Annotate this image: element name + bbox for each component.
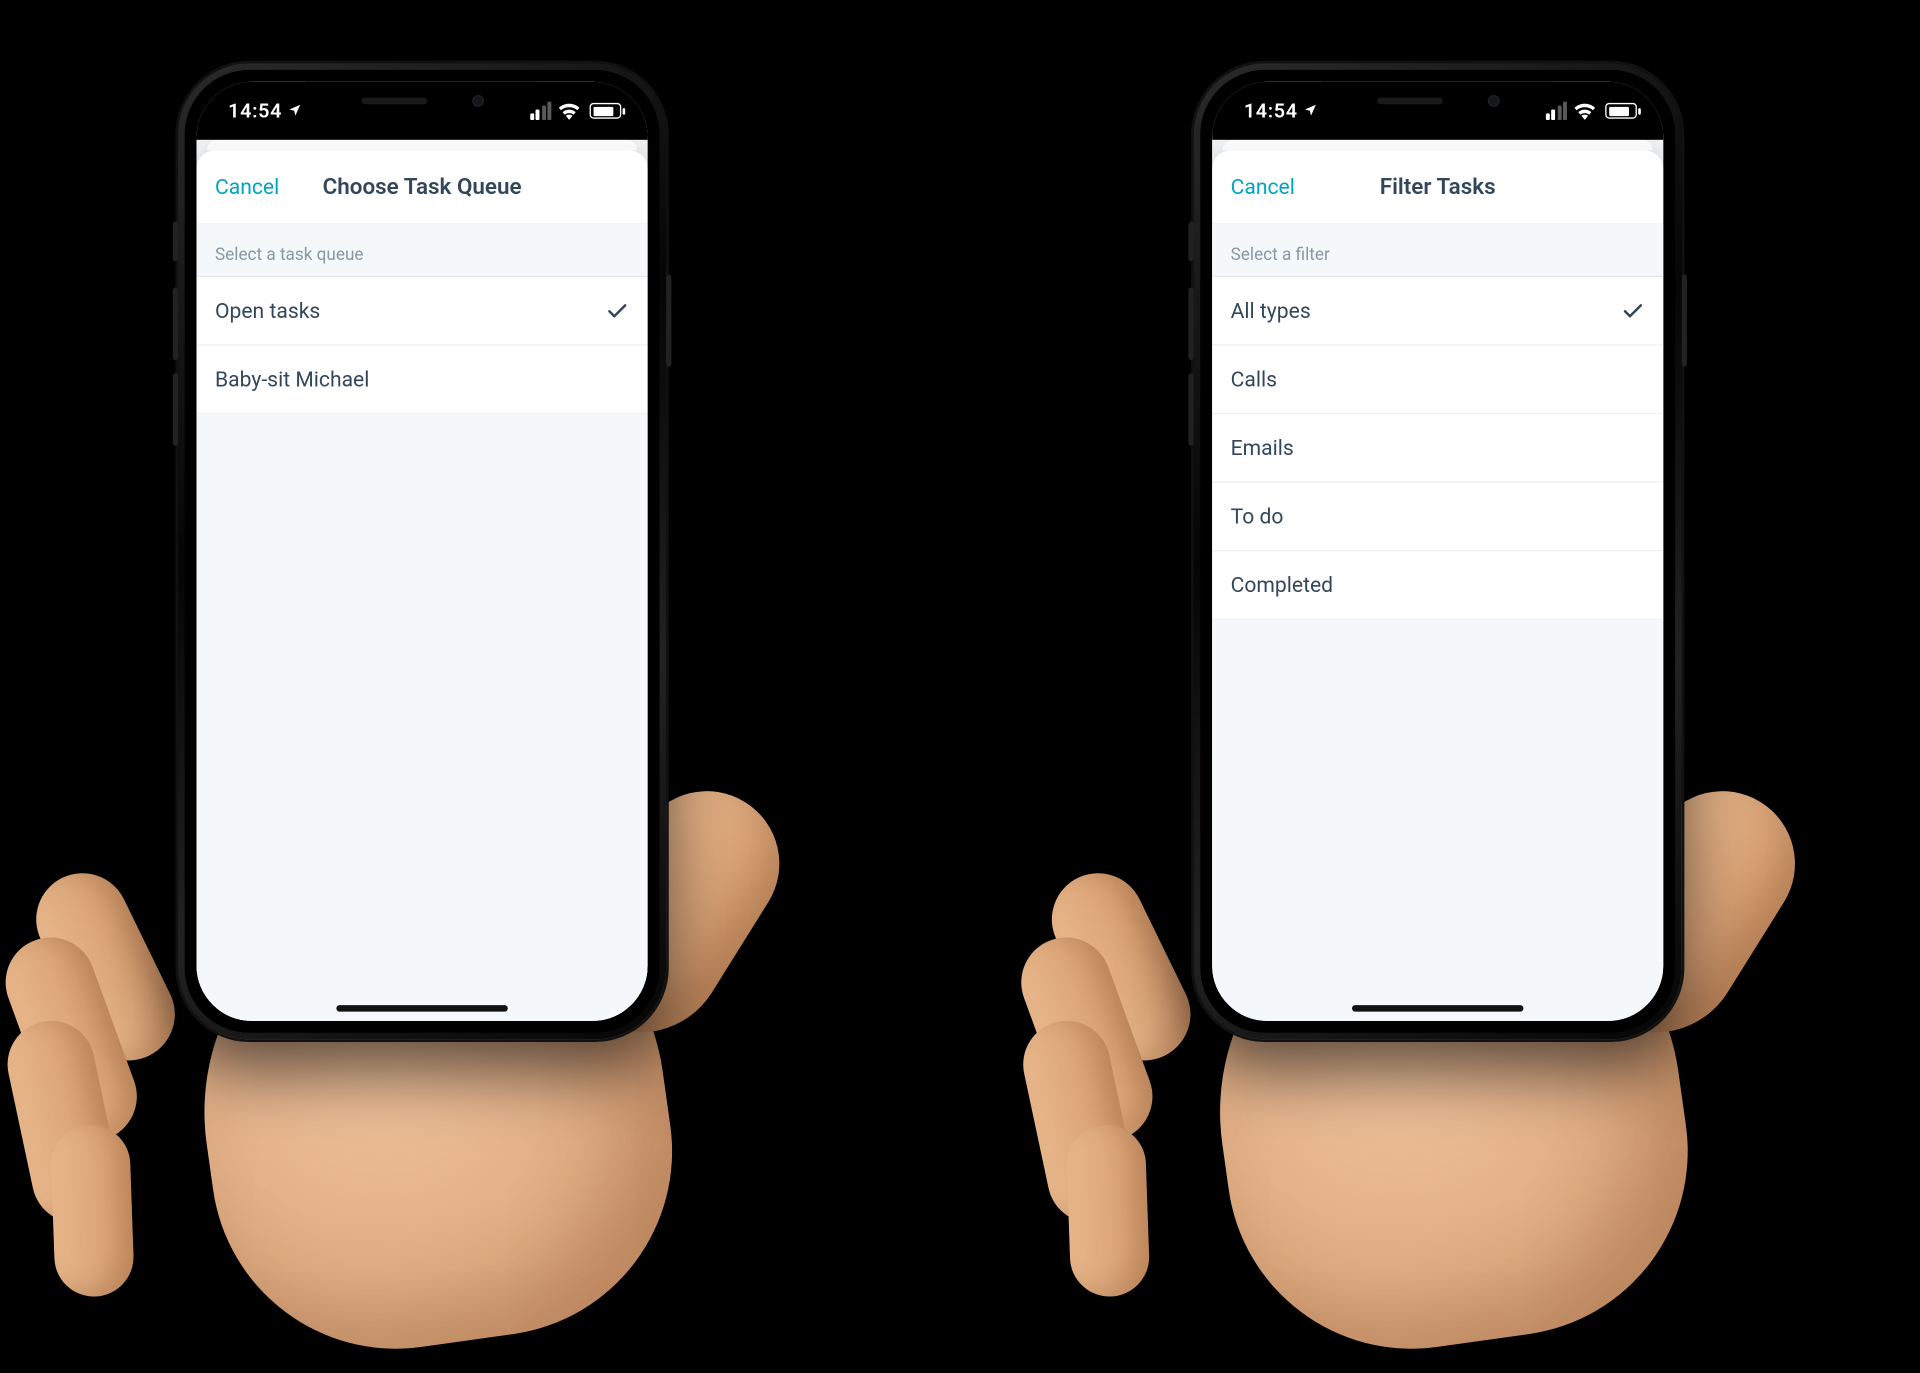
wifi-icon [558,102,580,119]
list-item-label: Completed [1231,572,1333,597]
screen: 14:54 Cancel F [1212,82,1663,1021]
check-icon [1621,299,1645,323]
list-item-label: Baby-sit Michael [215,367,369,392]
battery-icon [590,103,622,119]
option-list: All types Calls Emails To do [1212,277,1663,620]
status-time: 14:54 [1244,99,1298,123]
home-indicator[interactable] [336,1005,507,1012]
list-item[interactable]: Open tasks [197,277,648,346]
background-peek [207,140,637,151]
list-item-label: Open tasks [215,298,320,323]
list-item-label: Calls [1231,367,1277,392]
list-item[interactable]: All types [1212,277,1663,346]
status-time: 14:54 [228,99,282,123]
battery-icon [1605,103,1637,119]
home-indicator[interactable] [1352,1005,1523,1012]
sheet-body [1212,620,1663,1021]
check-icon [605,299,629,323]
sheet-container: Cancel Filter Tasks Select a filter All … [1212,140,1663,1021]
list-item[interactable]: Emails [1212,414,1663,483]
modal-sheet: Cancel Filter Tasks Select a filter All … [1212,150,1663,1021]
list-item[interactable]: To do [1212,483,1663,552]
cancel-button[interactable]: Cancel [1231,174,1295,199]
list-item-label: All types [1231,298,1311,323]
notch [1322,82,1554,119]
location-icon [1303,99,1318,123]
sheet-container: Cancel Choose Task Queue Select a task q… [197,140,648,1021]
phone-left: 14:54 Cancel C [178,63,666,1039]
list-item[interactable]: Baby-sit Michael [197,346,648,415]
scene: 14:54 Cancel C [0,0,1920,1076]
sheet-title: Filter Tasks [1380,173,1496,199]
list-item-label: Emails [1231,435,1294,460]
list-item[interactable]: Completed [1212,551,1663,620]
list-item[interactable]: Calls [1212,346,1663,415]
location-icon [287,99,302,123]
device-frame: 14:54 Cancel F [1194,63,1682,1039]
sheet-header: Cancel Filter Tasks [1212,150,1663,224]
phone-right: 14:54 Cancel F [1194,63,1682,1039]
list-item-label: To do [1231,504,1284,529]
option-list: Open tasks Baby-sit Michael [197,277,648,414]
device-frame: 14:54 Cancel C [178,63,666,1039]
cancel-button[interactable]: Cancel [215,174,279,199]
section-label: Select a task queue [197,224,648,277]
sheet-body [197,414,648,1021]
notch [306,82,538,119]
background-peek [1223,140,1653,151]
modal-sheet: Cancel Choose Task Queue Select a task q… [197,150,648,1021]
screen: 14:54 Cancel C [197,82,648,1021]
sheet-title: Choose Task Queue [323,173,522,199]
sheet-header: Cancel Choose Task Queue [197,150,648,224]
wifi-icon [1574,102,1596,119]
section-label: Select a filter [1212,224,1663,277]
